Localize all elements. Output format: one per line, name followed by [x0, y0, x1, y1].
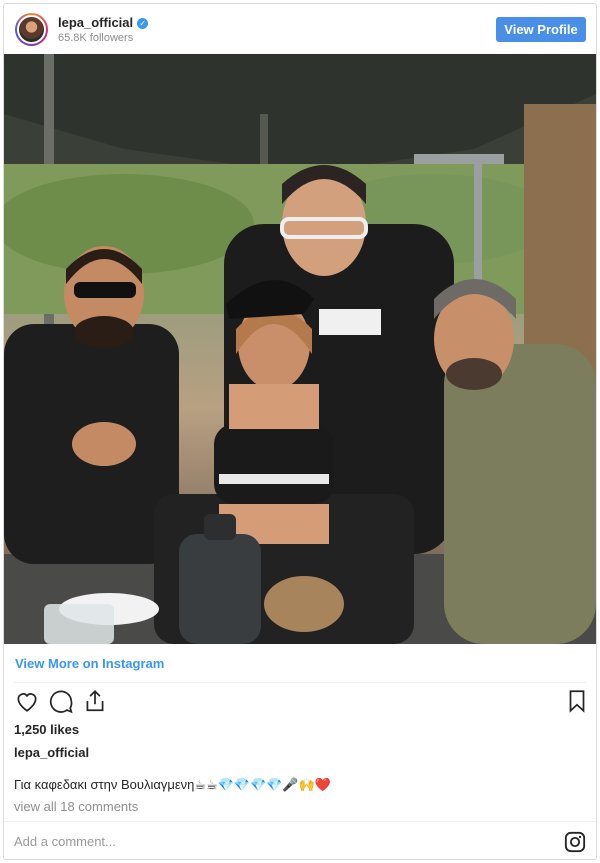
- share-icon[interactable]: [82, 688, 110, 716]
- avatar[interactable]: [15, 13, 48, 46]
- poster-username[interactable]: lepa_official: [14, 745, 89, 760]
- post-caption: Για καφεδακι στην Βουλιαγμενη☕☕💎💎💎💎🎤🙌❤️: [14, 777, 331, 792]
- bookmark-icon[interactable]: [564, 688, 592, 716]
- followers-count: 65.8K followers: [58, 32, 134, 44]
- comment-bar: [4, 821, 596, 859]
- instagram-logo-icon[interactable]: [564, 831, 586, 853]
- heart-icon[interactable]: [14, 688, 42, 716]
- post-header: lepa_official ✓ 65.8K followers View Prof…: [4, 4, 596, 54]
- view-comments-link[interactable]: view all 18 comments: [14, 799, 138, 814]
- likes-count[interactable]: 1,250 likes: [14, 722, 79, 737]
- instagram-embed-card: lepa_official ✓ 65.8K followers View Prof…: [3, 3, 597, 860]
- comment-input[interactable]: [14, 834, 534, 849]
- divider: [14, 682, 586, 683]
- username-link[interactable]: lepa_official ✓: [58, 15, 149, 30]
- verified-badge-icon: ✓: [137, 18, 149, 29]
- avatar-image: [17, 15, 46, 44]
- view-profile-button[interactable]: View Profile: [496, 17, 586, 42]
- username-text: lepa_official: [58, 15, 134, 30]
- view-more-link[interactable]: View More on Instagram: [15, 656, 164, 671]
- post-photo[interactable]: [4, 54, 596, 644]
- post-actions: [12, 688, 592, 716]
- comment-icon[interactable]: [48, 688, 76, 716]
